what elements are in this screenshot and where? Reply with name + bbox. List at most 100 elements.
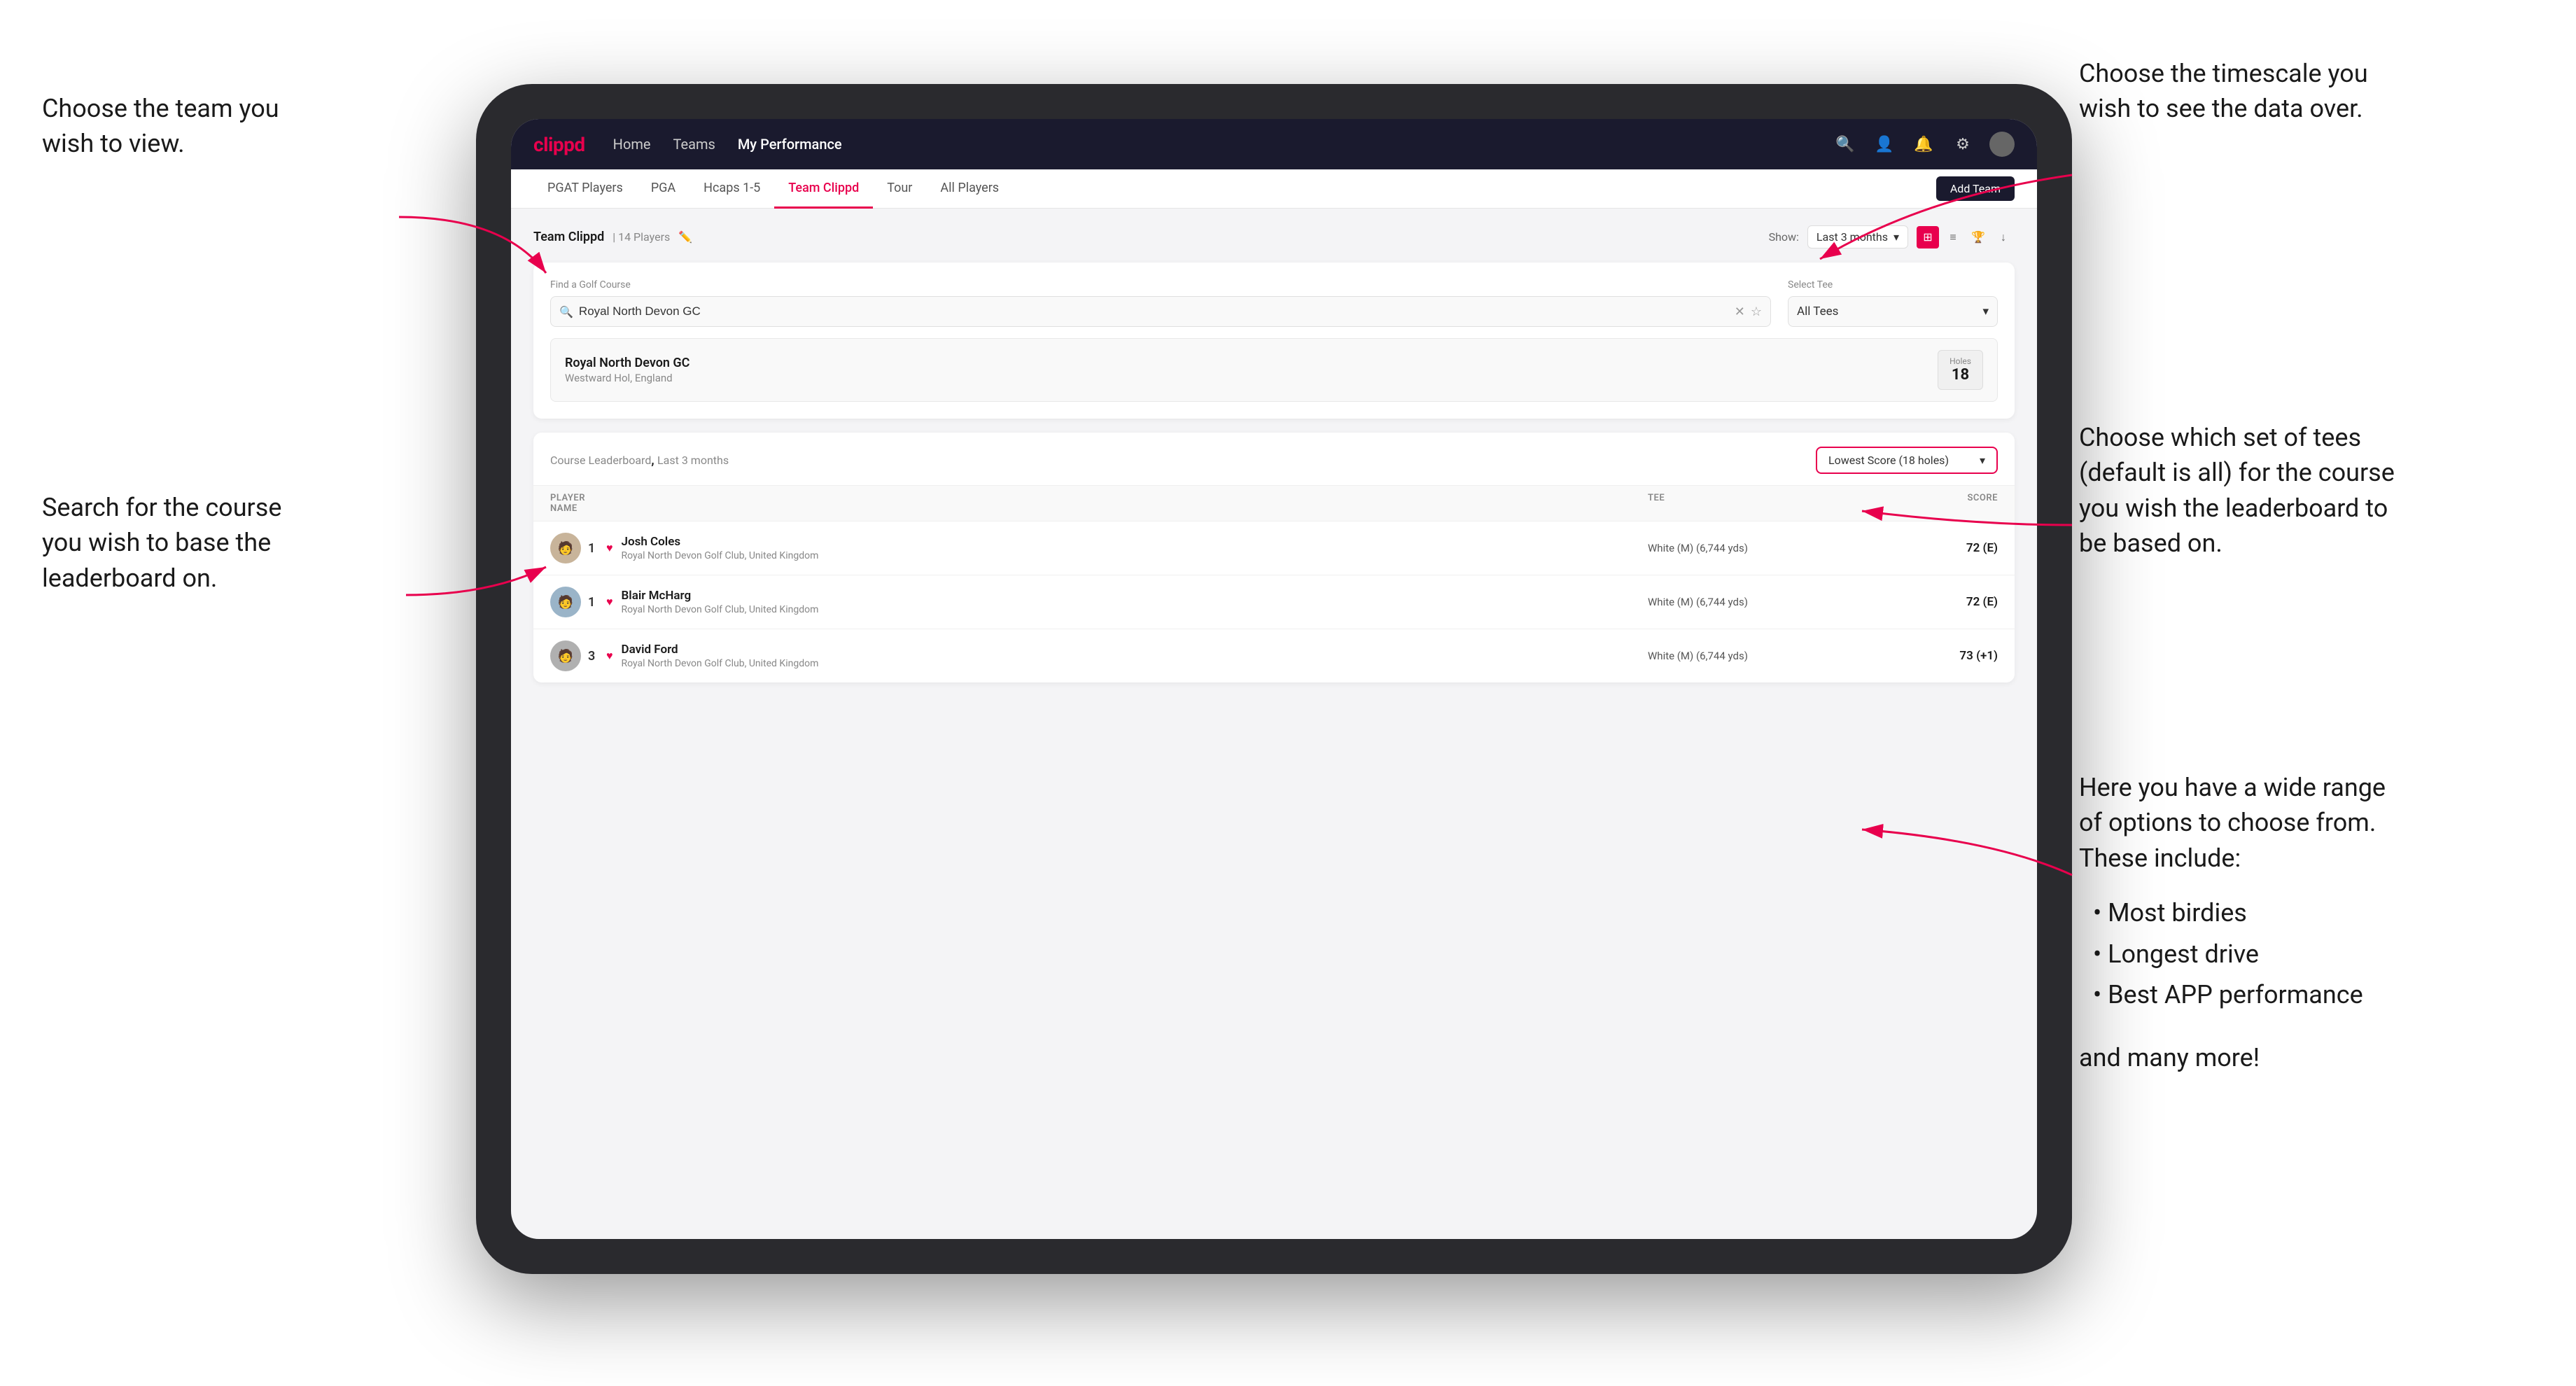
favourite-icon[interactable]: ☆ <box>1751 304 1762 319</box>
edit-icon[interactable]: ✏️ <box>678 230 692 244</box>
tee-3: White (M) (6,744 yds) <box>1648 650 1858 662</box>
find-course-label: Find a Golf Course <box>550 279 1771 290</box>
course-location: Westward Hol, England <box>565 372 690 384</box>
rank-2: 1 <box>588 595 595 610</box>
bell-icon-btn[interactable]: 🔔 <box>1911 132 1936 157</box>
player-avatar-3: 🧑 <box>550 640 581 671</box>
people-icon-btn[interactable]: 👤 <box>1872 132 1897 157</box>
player-avatar-1: 🧑 <box>550 533 581 564</box>
add-team-button[interactable]: Add Team <box>1936 176 2015 201</box>
nav-links: Home Teams My Performance <box>613 136 1833 153</box>
tab-team-clippd[interactable]: Team Clippd <box>774 169 873 209</box>
rank-1: 1 <box>588 541 595 556</box>
nav-link-teams[interactable]: Teams <box>673 136 715 153</box>
tab-all-players[interactable]: All Players <box>926 169 1013 209</box>
leaderboard-table: PLAYER NAME TEE SCORE 🧑 1 ♥ <box>533 485 2015 682</box>
score-2: 72 (E) <box>1858 595 1998 609</box>
rank-col-3: 🧑 3 <box>550 640 606 671</box>
tee-2: White (M) (6,744 yds) <box>1648 596 1858 608</box>
score-1: 72 (E) <box>1858 541 1998 555</box>
sub-nav: PGAT Players PGA Hcaps 1-5 Team Clippd T… <box>511 169 2037 209</box>
show-label: Show: <box>1769 230 1799 244</box>
player-info-2: ♥ Blair McHarg Royal North Devon Golf Cl… <box>606 589 1648 615</box>
heart-icon-1[interactable]: ♥ <box>606 541 613 555</box>
nav-bar: clippd Home Teams My Performance 🔍 👤 🔔 ⚙ <box>511 119 2037 169</box>
player-club-2: Royal North Devon Golf Club, United King… <box>622 604 819 615</box>
player-club-3: Royal North Devon Golf Club, United King… <box>622 658 819 669</box>
holes-label: Holes <box>1949 356 1971 366</box>
heart-icon-3[interactable]: ♥ <box>606 649 613 663</box>
team-controls: Show: Last 3 months ▾ ⊞ ≡ 🏆 ↓ <box>1769 225 2015 248</box>
tab-hcaps[interactable]: Hcaps 1-5 <box>690 169 774 209</box>
team-title: Team Clippd | 14 Players ✏️ <box>533 230 692 244</box>
player-club-1: Royal North Devon Golf Club, United King… <box>622 550 819 561</box>
tee-1: White (M) (6,744 yds) <box>1648 542 1858 554</box>
rank-3: 3 <box>588 649 595 664</box>
tablet-frame: clippd Home Teams My Performance 🔍 👤 🔔 ⚙… <box>476 84 2072 1274</box>
player-name-2: Blair McHarg <box>622 589 819 603</box>
score-3: 73 (+1) <box>1858 649 1998 663</box>
table-row: 🧑 3 ♥ David Ford Royal North Devon Golf … <box>533 629 2015 682</box>
list-view-btn[interactable]: ≡ <box>1942 226 1964 248</box>
annotation-top-left: Choose the team you wish to view. <box>42 91 279 162</box>
course-name: Royal North Devon GC <box>565 356 690 370</box>
course-search-input[interactable] <box>579 304 1729 318</box>
download-view-btn[interactable]: ↓ <box>1992 226 2015 248</box>
leaderboard-header: Course Leaderboard, Last 3 months Lowest… <box>533 433 2015 485</box>
tee-select-col: Select Tee All Tees ▾ <box>1788 279 1998 327</box>
table-row: 🧑 1 ♥ Blair McHarg Royal North Devon Gol… <box>533 575 2015 629</box>
nav-link-home[interactable]: Home <box>613 136 651 153</box>
score-type-select[interactable]: Lowest Score (18 holes) ▾ <box>1816 447 1998 474</box>
bullet-longest-drive: Longest drive <box>2093 934 2386 974</box>
trophy-view-btn[interactable]: 🏆 <box>1967 226 1989 248</box>
col-player-name: PLAYER NAME <box>550 493 606 514</box>
annotation-bottom-right: Here you have a wide range of options to… <box>2079 770 2386 1076</box>
user-avatar[interactable] <box>1989 132 2015 157</box>
view-icons: ⊞ ≡ 🏆 ↓ <box>1917 226 2015 248</box>
nav-icons: 🔍 👤 🔔 ⚙ <box>1833 132 2015 157</box>
player-info-3: ♥ David Ford Royal North Devon Golf Club… <box>606 643 1648 669</box>
col-score: SCORE <box>1858 493 1998 514</box>
table-row: 🧑 1 ♥ Josh Coles Royal North Devon Golf … <box>533 522 2015 575</box>
time-period-select[interactable]: Last 3 months ▾ <box>1807 225 1908 248</box>
leaderboard-title: Course Leaderboard, Last 3 months <box>550 453 729 468</box>
annotation-mid-left: Search for the course you wish to base t… <box>42 490 281 596</box>
search-icon: 🔍 <box>559 305 573 318</box>
tablet-screen: clippd Home Teams My Performance 🔍 👤 🔔 ⚙… <box>511 119 2037 1239</box>
heart-icon-2[interactable]: ♥ <box>606 595 613 609</box>
tee-select-dropdown[interactable]: All Tees ▾ <box>1788 296 1998 327</box>
grid-view-btn[interactable]: ⊞ <box>1917 226 1939 248</box>
rank-col-2: 🧑 1 <box>550 587 606 617</box>
search-row: Find a Golf Course 🔍 ✕ ☆ Select Tee All … <box>550 279 1998 327</box>
clear-search-icon[interactable]: ✕ <box>1735 304 1745 319</box>
tab-pga[interactable]: PGA <box>637 169 690 209</box>
bullet-most-birdies: Most birdies <box>2093 892 2386 933</box>
bullet-best-app: Best APP performance <box>2093 974 2386 1015</box>
player-name-1: Josh Coles <box>622 535 819 549</box>
settings-icon-btn[interactable]: ⚙ <box>1950 132 1975 157</box>
course-result: Royal North Devon GC Westward Hol, Engla… <box>550 338 1998 402</box>
leaderboard-card: Course Leaderboard, Last 3 months Lowest… <box>533 433 2015 682</box>
holes-value: 18 <box>1952 366 1969 384</box>
tab-tour[interactable]: Tour <box>873 169 926 209</box>
select-tee-label: Select Tee <box>1788 279 1998 290</box>
table-header: PLAYER NAME TEE SCORE <box>533 485 2015 522</box>
team-header: Team Clippd | 14 Players ✏️ Show: Last 3… <box>533 225 2015 248</box>
search-col: Find a Golf Course 🔍 ✕ ☆ <box>550 279 1771 327</box>
nav-logo: clippd <box>533 133 585 156</box>
course-info: Royal North Devon GC Westward Hol, Engla… <box>565 356 690 384</box>
player-info-1: ♥ Josh Coles Royal North Devon Golf Club… <box>606 535 1648 561</box>
col-tee: TEE <box>1648 493 1858 514</box>
tab-pgat-players[interactable]: PGAT Players <box>533 169 637 209</box>
annotation-top-right: Choose the timescale you wish to see the… <box>2079 56 2534 127</box>
main-content: Team Clippd | 14 Players ✏️ Show: Last 3… <box>511 209 2037 699</box>
sub-nav-tabs: PGAT Players PGA Hcaps 1-5 Team Clippd T… <box>533 169 1936 209</box>
col-tee-header <box>606 493 1648 514</box>
holes-badge: Holes 18 <box>1938 350 1983 390</box>
search-card: Find a Golf Course 🔍 ✕ ☆ Select Tee All … <box>533 262 2015 419</box>
annotation-mid-right: Choose which set of tees (default is all… <box>2079 420 2395 561</box>
nav-link-performance[interactable]: My Performance <box>738 136 842 153</box>
search-icon-btn[interactable]: 🔍 <box>1833 132 1858 157</box>
course-search-input-wrap: 🔍 ✕ ☆ <box>550 296 1771 327</box>
player-name-3: David Ford <box>622 643 819 657</box>
